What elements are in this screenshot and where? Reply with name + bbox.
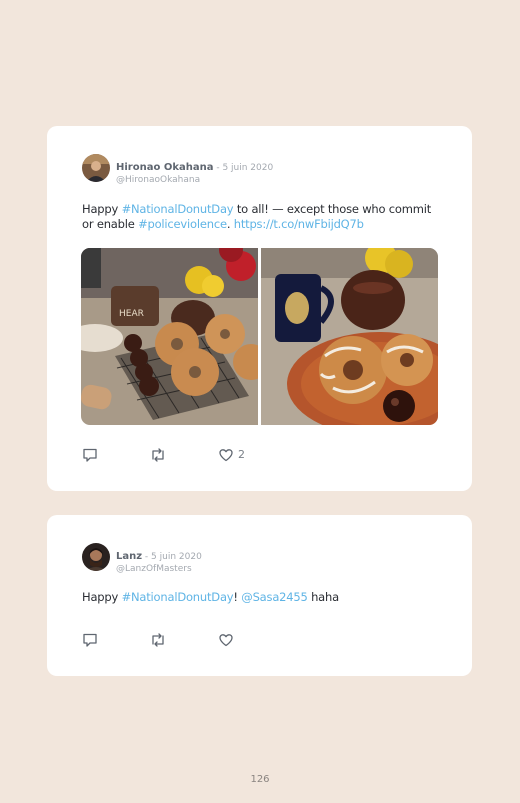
heart-icon — [219, 634, 233, 647]
tweet-text: Happy #NationalDonutDay! @Sasa2455 haha — [82, 590, 432, 605]
retweet-icon[interactable] — [149, 632, 167, 648]
avatar[interactable] — [82, 154, 110, 182]
author-name[interactable]: Hironao Okahana — [116, 162, 213, 173]
hashtag-link[interactable]: #NationalDonutDay — [122, 202, 234, 216]
separator: - — [142, 552, 152, 562]
text-segment: . — [226, 217, 234, 231]
reply-icon[interactable] — [82, 632, 98, 648]
reply-icon[interactable] — [82, 447, 98, 463]
text-segment: haha — [307, 590, 339, 604]
photo-donuts-plate[interactable] — [261, 248, 438, 425]
tweet-card: Lanz - 5 juin 2020 @LanzOfMasters Happy … — [47, 515, 472, 676]
avatar[interactable] — [82, 543, 110, 571]
text-segment: Happy — [82, 202, 122, 216]
svg-text:HEAR: HEAR — [119, 309, 144, 319]
tweet-actions: 2 — [82, 447, 282, 463]
tweet-date[interactable]: 5 juin 2020 — [151, 552, 202, 562]
photo-donuts-rack[interactable]: HEAR — [81, 248, 258, 425]
hashtag-link[interactable]: #NationalDonutDay — [122, 590, 234, 604]
hashtag-link[interactable]: #policeviolence — [138, 217, 227, 231]
heart-icon — [219, 449, 233, 462]
tweet-actions — [82, 632, 282, 648]
retweet-icon[interactable] — [149, 447, 167, 463]
like-count: 2 — [238, 448, 245, 461]
url-link[interactable]: https://t.co/nwFbijdQ7b — [234, 217, 364, 231]
like-button[interactable] — [218, 632, 234, 648]
author-handle[interactable]: @HironaoOkahana — [116, 175, 273, 185]
tweet-text: Happy #NationalDonutDay to all! — except… — [82, 202, 432, 232]
author-name[interactable]: Lanz — [116, 551, 142, 562]
tweet-card: Hironao Okahana - 5 juin 2020 @HironaoOk… — [47, 126, 472, 491]
mention-link[interactable]: @Sasa2455 — [241, 590, 308, 604]
like-button[interactable]: 2 — [218, 447, 245, 463]
page-number: 126 — [250, 774, 270, 785]
tweet-date[interactable]: 5 juin 2020 — [222, 163, 273, 173]
text-segment: Happy — [82, 590, 122, 604]
tweet-media: HEAR — [81, 248, 438, 425]
author-handle[interactable]: @LanzOfMasters — [116, 564, 202, 574]
